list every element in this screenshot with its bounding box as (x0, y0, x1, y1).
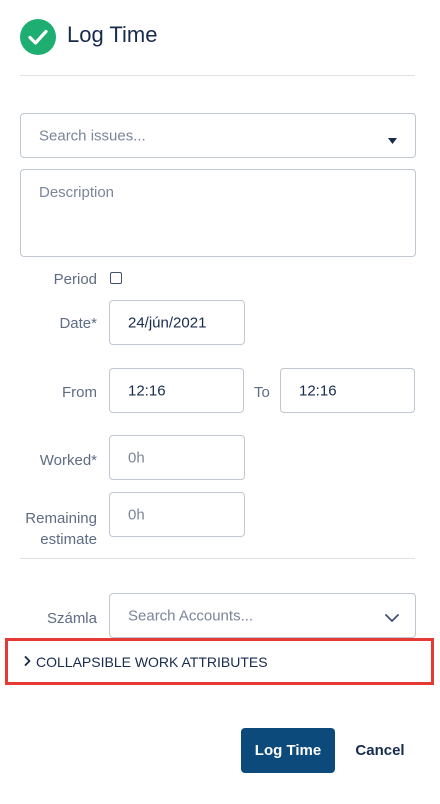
remaining-estimate-input[interactable]: 0h (109, 492, 245, 537)
remaining-estimate-label: Remaining estimate (18, 508, 97, 550)
header-divider (20, 75, 415, 76)
date-value: 24/jún/2021 (128, 314, 207, 331)
period-label: Period (53, 271, 97, 288)
date-label: Date* (59, 315, 97, 332)
remaining-label-line1: Remaining (25, 510, 97, 527)
from-time-value: 12:16 (128, 382, 166, 399)
description-placeholder: Description (39, 184, 115, 201)
description-field[interactable]: Description (20, 169, 416, 257)
from-label: From (62, 384, 97, 401)
to-label: To (254, 384, 270, 401)
period-checkbox[interactable] (110, 272, 122, 284)
worked-label: Worked* (39, 452, 97, 469)
caret-down-icon (388, 131, 397, 148)
log-time-button[interactable]: Log Time (241, 728, 335, 773)
account-select[interactable]: Search Accounts... (109, 593, 416, 638)
highlight-box (5, 638, 434, 685)
account-placeholder: Search Accounts... (128, 607, 254, 624)
cancel-button[interactable]: Cancel (348, 728, 412, 773)
account-label: Számla (46, 610, 97, 627)
to-time-input[interactable]: 12:16 (280, 368, 415, 413)
remaining-label-line2: estimate (40, 531, 97, 548)
search-issues-placeholder: Search issues... (39, 127, 146, 144)
from-time-input[interactable]: 12:16 (109, 368, 244, 413)
to-time-value: 12:16 (299, 382, 337, 399)
check-circle-icon (20, 19, 56, 55)
remaining-placeholder: 0h (128, 506, 145, 523)
worked-placeholder: 0h (128, 449, 145, 466)
worked-input[interactable]: 0h (109, 435, 245, 480)
chevron-down-icon (385, 610, 399, 627)
date-input[interactable]: 24/jún/2021 (109, 300, 245, 345)
search-issues-select[interactable]: Search issues... (20, 113, 416, 158)
page-title: Log Time (67, 22, 158, 47)
form-divider (20, 558, 415, 559)
